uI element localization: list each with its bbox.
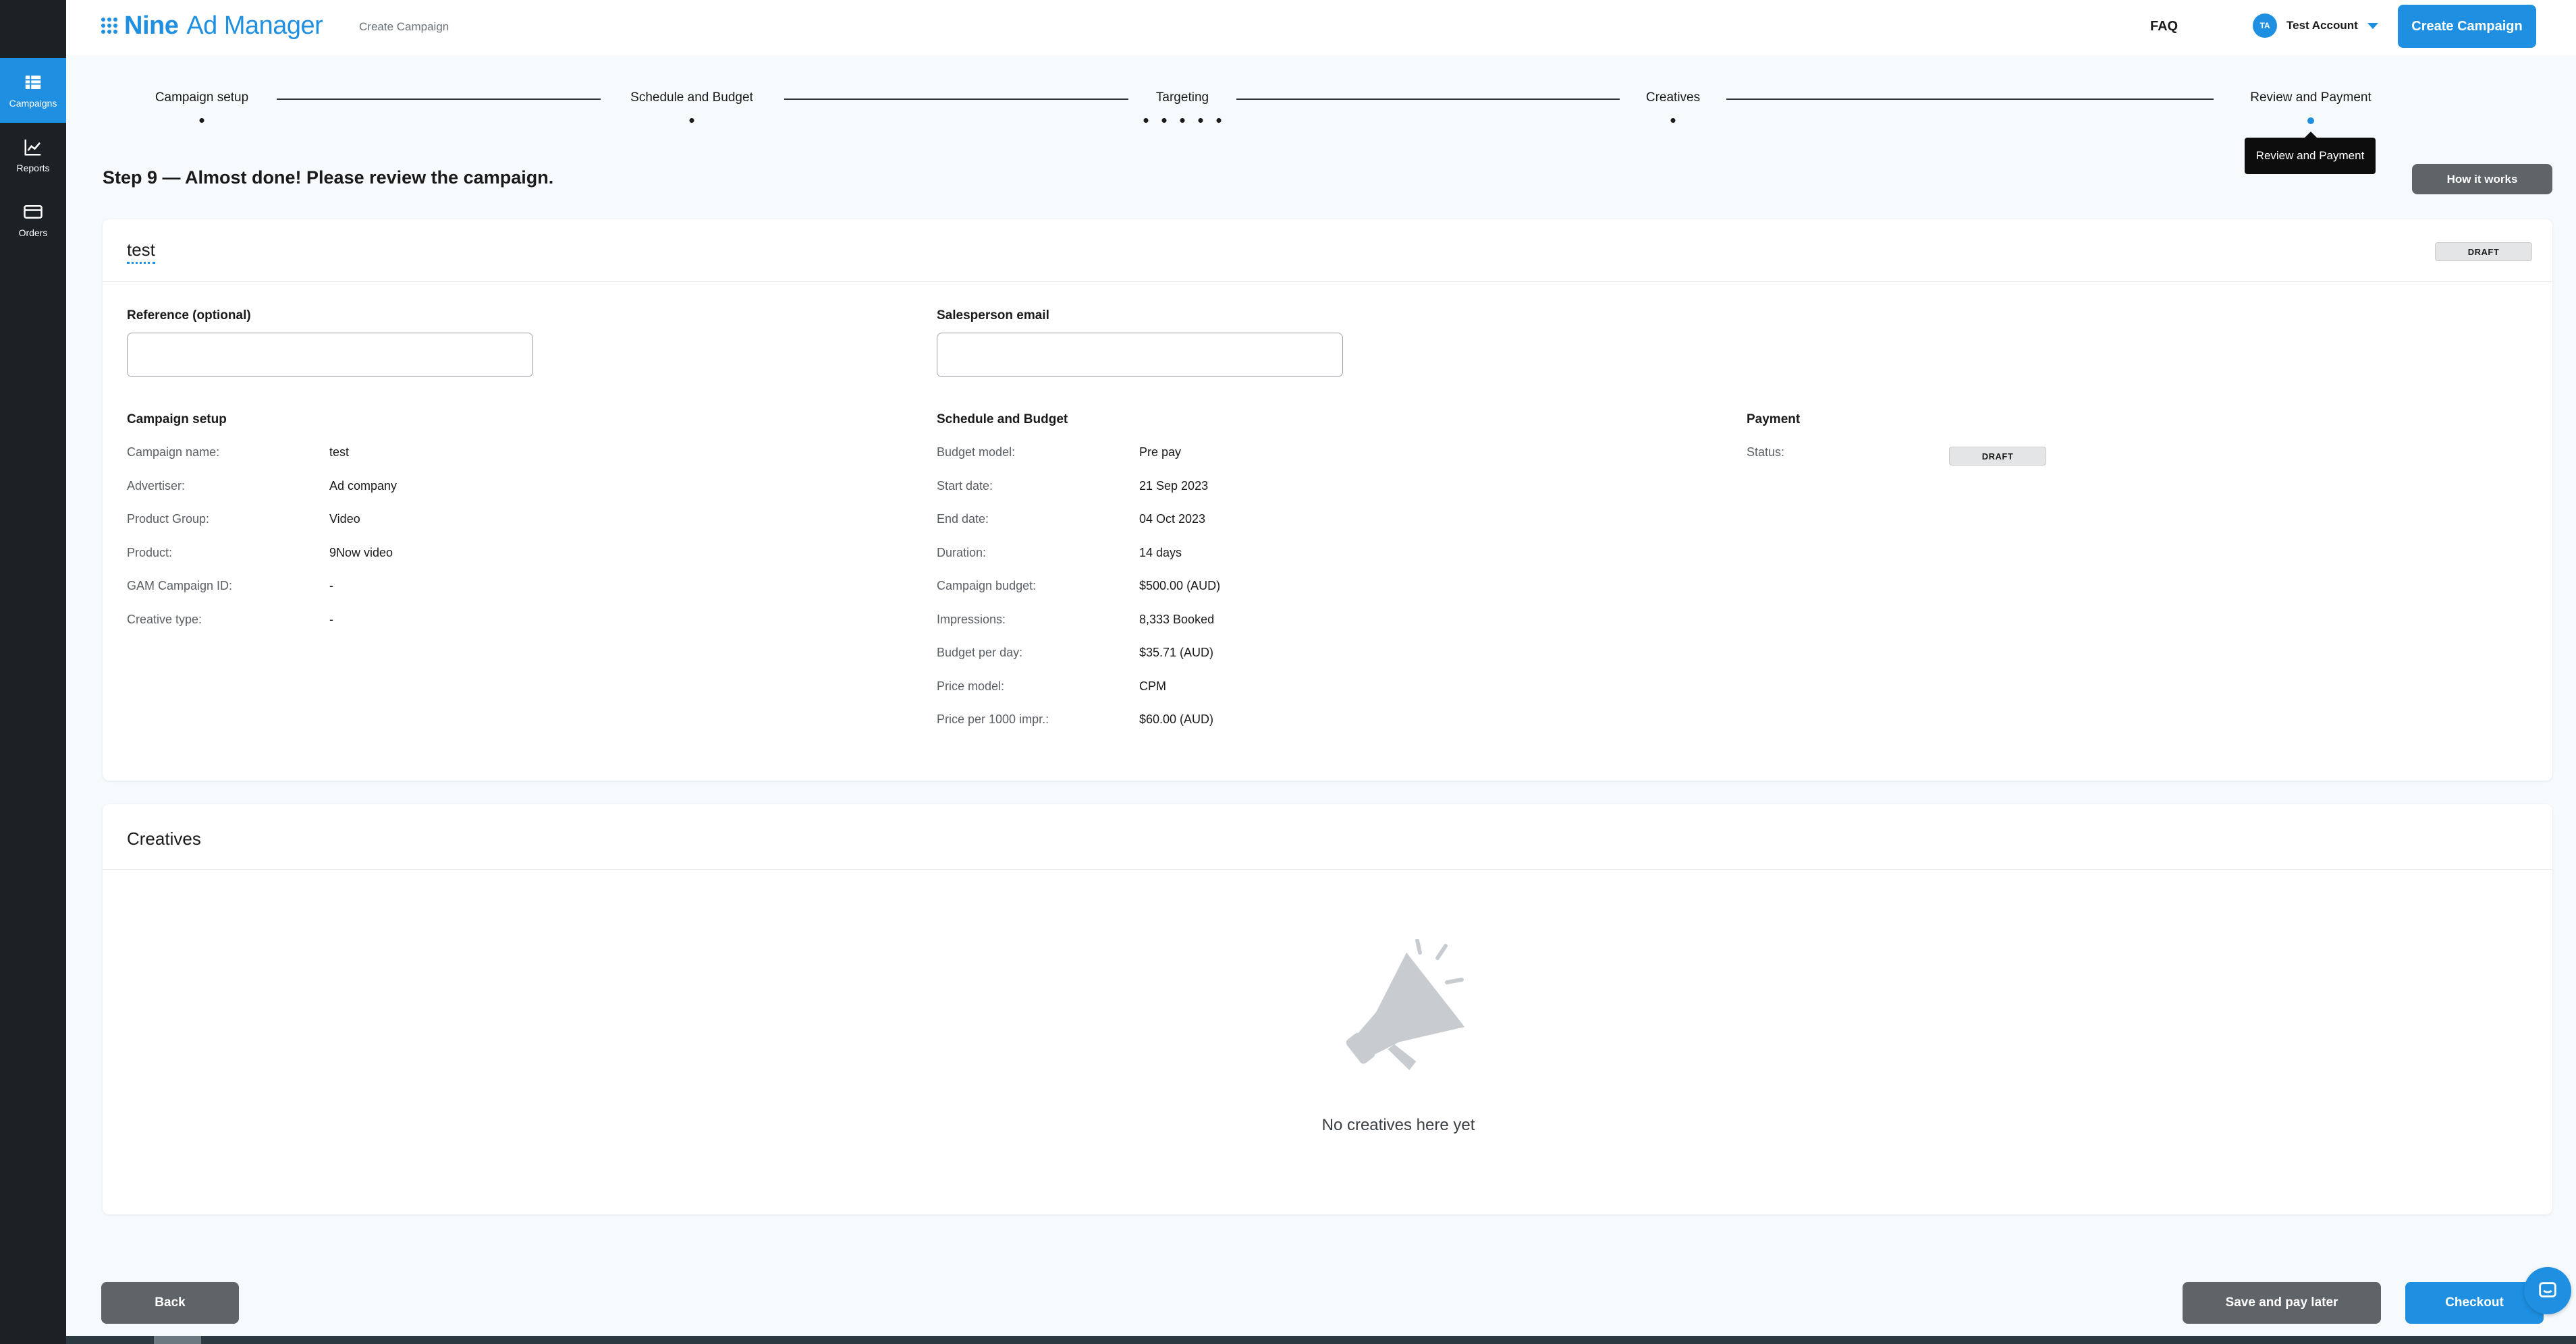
logo-bold: Nine [124,11,179,40]
payment-title: Payment [1747,412,1801,426]
chat-icon [2539,1282,2556,1297]
reference-input[interactable] [127,333,533,377]
step-creatives[interactable]: Creatives [1646,90,1700,105]
step-tooltip: Review and Payment [2245,132,2376,174]
schedule-key: Price per 1000 impr.: [937,712,1049,726]
sidebar: Campaigns Reports Orders [0,0,66,1344]
scrollbar-thumb[interactable] [154,1336,201,1344]
salesperson-email-input[interactable] [937,333,1343,377]
campaign-review-card: test DRAFT Reference (optional) Salesper… [103,219,2552,781]
sidebar-item-orders[interactable]: Orders [0,188,66,252]
setup-value: - [329,579,333,592]
step-schedule-budget[interactable]: Schedule and Budget [630,90,753,105]
creatives-card: Creatives No creatives here yet [103,804,2552,1214]
schedule-key: Budget model: [937,445,1016,459]
setup-value: Ad company [329,479,398,493]
step-targeting[interactable]: Targeting [1156,90,1209,105]
step-review-payment[interactable]: Review and Payment [2250,90,2372,105]
account-name: Test Account [2286,19,2358,32]
empty-state [1263,939,1533,1108]
schedule-value: 04 Oct 2023 [1139,512,1206,526]
schedule-value: $500.00 (AUD) [1139,579,1221,592]
creatives-title: Creatives [127,829,201,849]
setup-value: test [329,445,350,459]
back-button[interactable]: Back [101,1282,239,1324]
setup-key: Campaign name: [127,445,220,459]
horizontal-scrollbar[interactable] [66,1336,2576,1344]
logo-dots-icon [101,18,117,34]
step-dot [1180,118,1185,123]
stepper-connector [277,99,601,100]
setup-value: 9Now video [329,546,393,559]
card-divider [103,281,2552,282]
stepper-connector [1236,99,1620,100]
schedule-value: Pre pay [1139,445,1182,459]
campaign-name-title[interactable]: test [127,240,155,264]
setup-value: Video [329,512,360,526]
top-header: Nine Ad Manager Create Campaign FAQ TA T… [66,0,2576,55]
chevron-down-icon [2367,22,2378,29]
sidebar-item-label: Orders [18,227,48,238]
step-dot-active [2307,117,2314,124]
schedule-key: Impressions: [937,613,1006,626]
campaign-setup-title: Campaign setup [127,412,227,426]
card-icon [24,205,43,219]
schedule-key: Price model: [937,679,1005,693]
status-badge: DRAFT [2435,242,2532,261]
page-title: Step 9 — Almost done! Please review the … [103,167,554,188]
setup-value: - [329,613,333,626]
how-it-works-button[interactable]: How it works [2412,164,2552,194]
schedule-key: Duration: [937,546,987,559]
avatar: TA [2253,13,2277,38]
schedule-key: Campaign budget: [937,579,1037,592]
app-logo[interactable]: Nine Ad Manager [101,11,323,40]
step-dot [1198,118,1203,123]
step-dot [689,118,694,123]
table-icon [25,76,41,89]
payment-status-key: Status: [1747,445,1785,459]
setup-key: Product Group: [127,512,210,526]
setup-key: Product: [127,546,173,559]
checkout-button[interactable]: Checkout [2405,1282,2544,1324]
faq-link[interactable]: FAQ [2150,19,2178,34]
create-campaign-button[interactable]: Create Campaign [2398,5,2536,48]
header-subtitle: Create Campaign [359,20,449,33]
account-menu[interactable]: TA Test Account [2253,13,2378,38]
megaphone-icon [1346,939,1465,1071]
schedule-key: Budget per day: [937,646,1023,659]
sidebar-item-label: Campaigns [9,98,57,109]
salesperson-label: Salesperson email [937,308,1049,323]
step-campaign-setup[interactable]: Campaign setup [155,90,248,105]
sidebar-item-reports[interactable]: Reports [0,123,66,188]
schedule-value: $60.00 (AUD) [1139,712,1214,726]
schedule-value: $35.71 (AUD) [1139,646,1214,659]
save-and-pay-later-button[interactable]: Save and pay later [2183,1282,2381,1324]
setup-key: GAM Campaign ID: [127,579,233,592]
step-dot [1143,118,1149,123]
logo-rest: Ad Manager [181,11,323,40]
schedule-value: 8,333 Booked [1139,613,1215,626]
step-dot [1216,118,1222,123]
schedule-key: End date: [937,512,989,526]
sidebar-item-label: Reports [16,163,50,173]
reference-label: Reference (optional) [127,308,251,323]
schedule-value: CPM [1139,679,1166,693]
setup-key: Creative type: [127,613,202,626]
sidebar-item-campaigns[interactable]: Campaigns [0,58,66,123]
stepper-connector [1726,99,2214,100]
step-dot [199,118,204,123]
schedule-value: 14 days [1139,546,1182,559]
setup-key: Advertiser: [127,479,186,493]
stepper-connector [784,99,1128,100]
schedule-key: Start date: [937,479,993,493]
chat-button[interactable] [2524,1267,2571,1314]
schedule-value: 21 Sep 2023 [1139,479,1209,493]
step-dot [1670,118,1676,123]
payment-status-badge: DRAFT [1949,447,2046,466]
card-divider [103,869,2552,870]
empty-state-text: No creatives here yet [1321,1116,1475,1134]
step-dot [1161,118,1167,123]
chart-icon [24,139,41,156]
schedule-budget-title: Schedule and Budget [937,412,1068,426]
